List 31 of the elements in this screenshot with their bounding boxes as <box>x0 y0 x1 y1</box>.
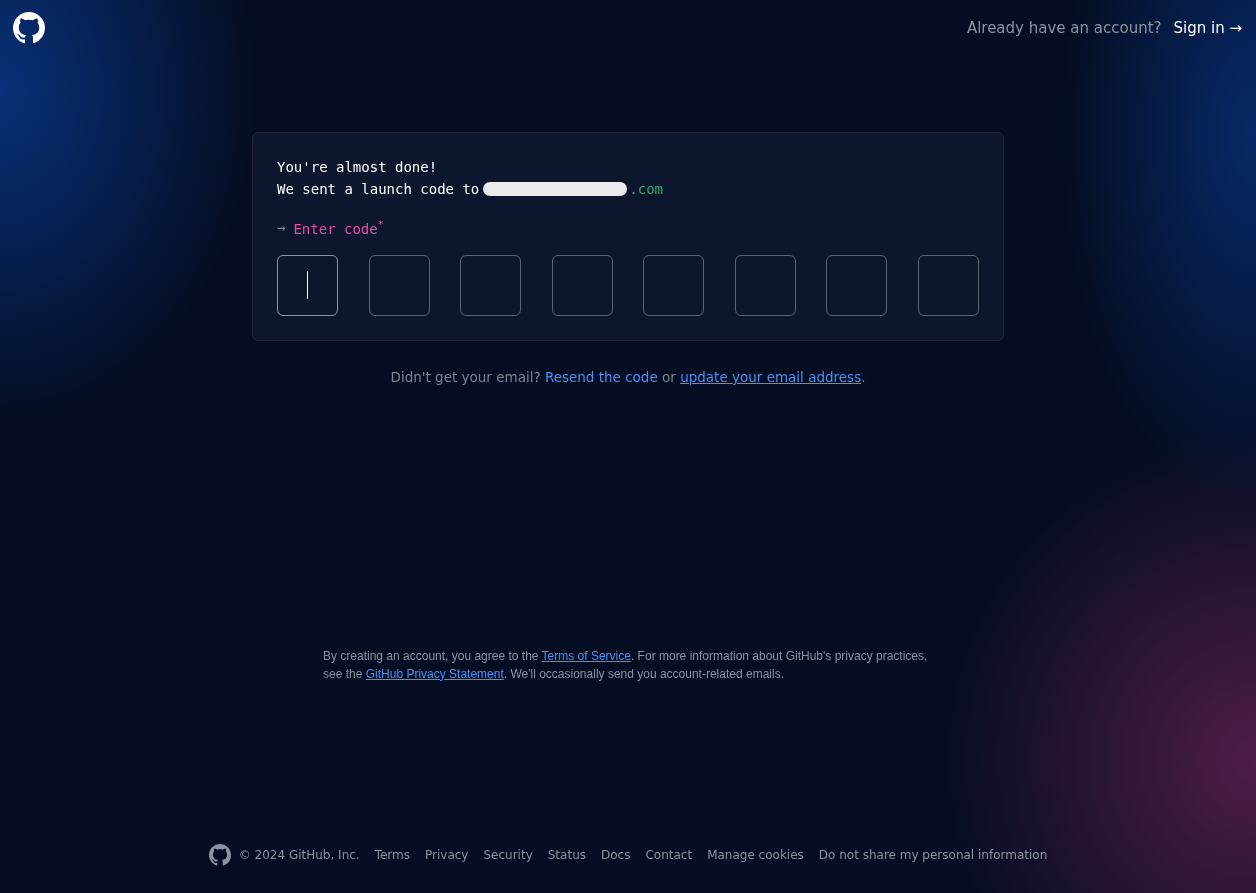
sign-in-link[interactable]: Sign in → <box>1173 19 1242 37</box>
code-digit-field[interactable] <box>551 254 613 316</box>
footer-link[interactable]: Do not share my personal information <box>818 848 1048 862</box>
footer-link[interactable]: Security <box>483 848 533 862</box>
resend-help-text: Didn't get your email? Resend the code or update your email address. <box>390 368 866 385</box>
github-logo-icon[interactable] <box>13 12 45 44</box>
code-digit-field[interactable] <box>460 254 522 316</box>
footer-link[interactable]: Docs <box>601 848 631 862</box>
email-domain: .com <box>629 181 663 197</box>
code-digit-field[interactable] <box>826 254 888 316</box>
code-digit-field[interactable] <box>917 254 979 316</box>
footer-link[interactable]: Contact <box>645 848 693 862</box>
code-digit-field[interactable] <box>277 254 338 316</box>
account-prompt: Already have an account? <box>966 19 1162 37</box>
code-digit-field[interactable] <box>368 254 430 316</box>
footer-link[interactable]: Status <box>547 848 586 862</box>
footer-link[interactable]: Privacy <box>425 848 469 862</box>
copyright-text: © 2024 GitHub, Inc. <box>238 848 360 862</box>
code-digit-field[interactable] <box>643 254 705 316</box>
terms-notice: By creating an account, you agree to the Terms of Service. For more information about GitHub's privacy practices, see the GitHub Privacy Statement. We'll occasionally send you account-related emails. <box>323 647 929 683</box>
footer-link[interactable]: Terms <box>374 848 410 862</box>
resend-link[interactable]: Resend the code <box>544 368 658 385</box>
footer-link[interactable]: Manage cookies <box>707 848 804 862</box>
code-digit-field[interactable] <box>734 254 796 316</box>
sent-message: We sent a launch code to <box>277 181 480 197</box>
arrow-glyph: → <box>277 219 286 237</box>
code-label: Enter code$^{*}$ <box>293 219 384 237</box>
github-logo-icon[interactable] <box>208 844 231 866</box>
policy-link[interactable]: GitHub Privacy Statement <box>365 666 504 681</box>
policy-link[interactable]: Terms of Service <box>541 648 631 663</box>
card-title: You're almost done! <box>277 159 439 175</box>
